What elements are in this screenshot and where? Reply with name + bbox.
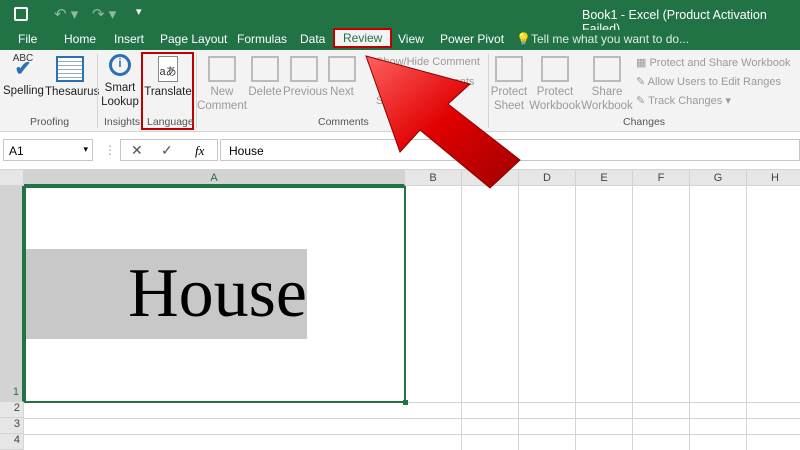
red-arrow-annotation (365, 55, 521, 189)
arrow-shape (365, 55, 521, 189)
